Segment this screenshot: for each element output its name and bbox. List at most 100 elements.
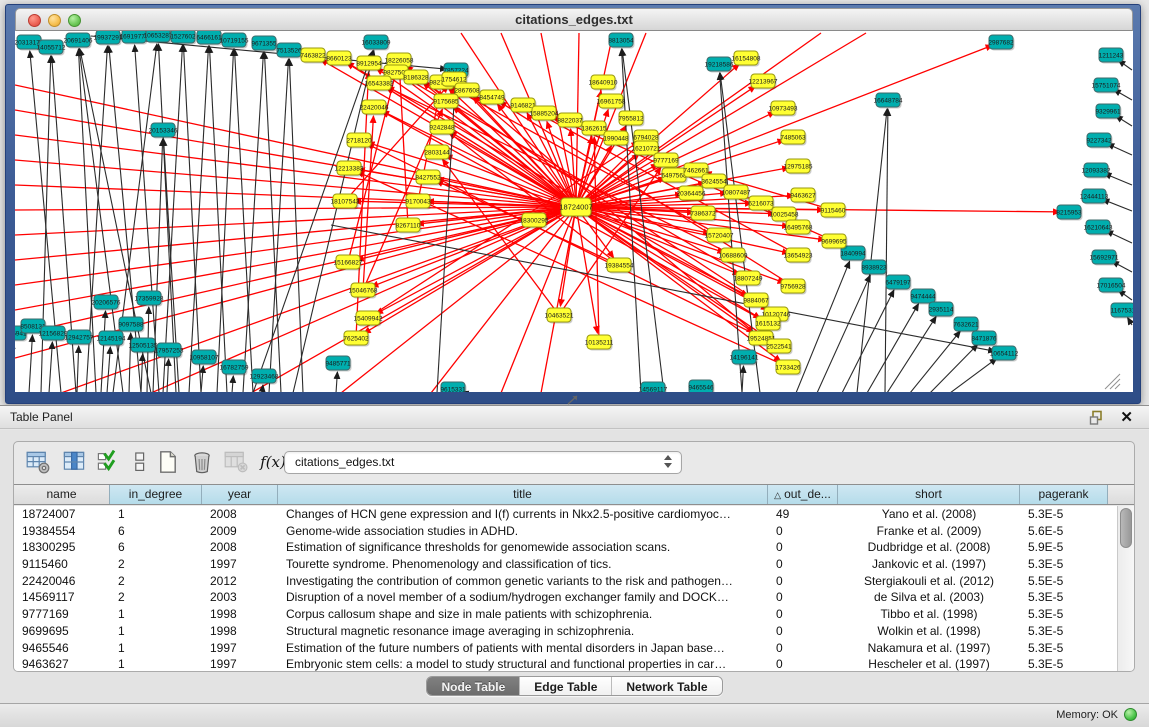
graph-node[interactable]: 16495768: [784, 220, 813, 236]
graph-node[interactable]: 12156829: [39, 326, 68, 342]
graph-node[interactable]: 8471876: [971, 331, 997, 347]
table-row[interactable]: 977716911998Corpus callosum shape and si…: [14, 606, 1119, 623]
graph-node[interactable]: 9463627: [790, 188, 816, 204]
graph-node[interactable]: 12942757: [65, 330, 94, 346]
graph-node[interactable]: 8215953: [1056, 205, 1082, 221]
column-header-name[interactable]: name: [14, 485, 110, 504]
graph-node[interactable]: 15166827: [334, 255, 363, 271]
close-panel-icon[interactable]: ✕: [1120, 408, 1133, 426]
graph-node[interactable]: 8912954: [356, 56, 382, 72]
graph-node[interactable]: 9485771: [325, 356, 351, 372]
table-row[interactable]: 1456911722003Disruption of a novel membe…: [14, 589, 1119, 606]
graph-node[interactable]: 9777169: [653, 153, 679, 169]
network-window-titlebar[interactable]: citations_edges.txt: [15, 8, 1133, 31]
graph-node[interactable]: 6216073: [748, 196, 774, 212]
graph-node[interactable]: 8267110: [396, 218, 422, 234]
graph-node[interactable]: 8938923: [861, 260, 887, 276]
column-header-out-degree[interactable]: △out_de...: [768, 485, 838, 504]
graph-node[interactable]: 19218586: [705, 57, 734, 73]
column-header-pagerank[interactable]: pagerank: [1020, 485, 1108, 504]
graph-node[interactable]: 9699695: [821, 234, 847, 250]
graph-node[interactable]: 18107543: [331, 194, 360, 210]
table-row[interactable]: 946554611997Estimation of the future num…: [14, 640, 1119, 657]
table-row[interactable]: 1830029562008Estimation of significance …: [14, 539, 1119, 556]
graph-node[interactable]: 17016504: [1097, 278, 1126, 294]
graph-node[interactable]: 18300295: [520, 213, 549, 229]
graph-node[interactable]: 8813054: [608, 33, 634, 49]
graph-node[interactable]: 1990448: [603, 131, 629, 147]
graph-node[interactable]: 2718120: [346, 133, 372, 149]
table-row[interactable]: 1938455462009Genome-wide association stu…: [14, 523, 1119, 540]
graph-node[interactable]: 9242848: [429, 120, 455, 136]
column-visibility-icon[interactable]: [62, 450, 86, 474]
graph-node[interactable]: 15885204: [530, 106, 559, 122]
graph-node[interactable]: 2935114: [929, 302, 955, 318]
graph-node[interactable]: 16543382: [365, 76, 394, 92]
graph-node[interactable]: 17957253: [155, 343, 184, 359]
graph-node[interactable]: 10973493: [769, 101, 798, 117]
vertical-scrollbar[interactable]: [1117, 506, 1134, 672]
graph-node[interactable]: 8427552: [415, 170, 441, 186]
graph-node[interactable]: 9615331: [440, 382, 466, 392]
graph-node[interactable]: 9465546: [688, 380, 714, 392]
graph-node[interactable]: 7625402: [343, 331, 369, 347]
graph-node[interactable]: 7513526: [276, 43, 302, 59]
graph-node[interactable]: 12213383: [335, 161, 364, 177]
graph-node[interactable]: 10653287: [144, 31, 173, 44]
tab-network-table[interactable]: Network Table: [612, 677, 721, 696]
graph-node[interactable]: 2522541: [766, 339, 792, 355]
graph-node[interactable]: 7463822: [300, 48, 326, 64]
graph-node[interactable]: 16782759: [220, 360, 249, 376]
graph-node[interactable]: 10719155: [220, 33, 249, 49]
graph-node[interactable]: 14055712: [37, 40, 66, 56]
graph-node[interactable]: 9175685: [433, 94, 459, 110]
graph-node[interactable]: 8660123: [326, 51, 352, 67]
graph-node[interactable]: 9756928: [780, 279, 806, 295]
network-graph[interactable]: 2031317414055712206914061993729116919771…: [15, 31, 1133, 392]
graph-node[interactable]: 16210643: [1084, 220, 1113, 236]
graph-node[interactable]: 19384554: [605, 258, 634, 274]
graph-node[interactable]: 19937291: [94, 31, 123, 46]
graph-node[interactable]: 1167531: [1111, 303, 1133, 319]
graph-node[interactable]: 7386372: [690, 206, 716, 222]
graph-node[interactable]: 12923468: [250, 369, 279, 385]
row-options-icon[interactable]: [128, 450, 152, 474]
table-row[interactable]: 2242004622012Investigating the contribut…: [14, 573, 1119, 590]
graph-node[interactable]: 7955812: [618, 111, 644, 127]
select-columns-icon[interactable]: [96, 450, 120, 474]
graph-node[interactable]: 2803144: [424, 145, 450, 161]
delete-column-icon[interactable]: [190, 450, 214, 474]
graph-node[interactable]: 9884067: [743, 293, 769, 309]
graph-node[interactable]: 8822037: [557, 113, 583, 129]
graph-node[interactable]: 12444113: [1080, 189, 1109, 205]
graph-node[interactable]: 6479197: [885, 275, 911, 291]
graph-node[interactable]: 10688609: [719, 248, 748, 264]
new-column-icon[interactable]: [156, 450, 180, 474]
graph-node[interactable]: 15409942: [354, 311, 383, 327]
graph-node[interactable]: 9671355: [251, 36, 277, 52]
graph-node[interactable]: 10958107: [190, 350, 219, 366]
graph-node[interactable]: 18640910: [589, 75, 618, 91]
graph-node[interactable]: 22420046: [360, 100, 389, 116]
graph-node[interactable]: 18807249: [734, 271, 763, 287]
graph-node[interactable]: 20364456: [677, 186, 706, 202]
table-row[interactable]: 969969511998Structural magnetic resonanc…: [14, 623, 1119, 640]
graph-node[interactable]: 18724007: [559, 198, 592, 218]
graph-node[interactable]: 20153346: [149, 123, 178, 139]
column-header-title[interactable]: title: [278, 485, 768, 504]
graph-node[interactable]: 9097588: [118, 317, 144, 333]
graph-node[interactable]: 8454749: [479, 90, 505, 106]
graph-node[interactable]: 9329961: [1095, 104, 1121, 120]
graph-node[interactable]: 15751074: [1092, 78, 1121, 94]
graph-node[interactable]: 1733426: [775, 360, 801, 376]
graph-node[interactable]: 10463521: [545, 308, 574, 324]
graph-node[interactable]: 15046768: [349, 283, 378, 299]
graph-node[interactable]: 7632621: [953, 317, 979, 333]
column-header-in-degree[interactable]: in_degree: [110, 485, 202, 504]
graph-node[interactable]: 14569117: [639, 382, 668, 392]
graph-node[interactable]: 12975185: [784, 159, 813, 175]
float-window-icon[interactable]: [1089, 410, 1105, 426]
graph-node[interactable]: 13654923: [784, 248, 813, 264]
delete-table-icon[interactable]: [224, 450, 248, 474]
graph-node[interactable]: 16154808: [732, 51, 761, 67]
